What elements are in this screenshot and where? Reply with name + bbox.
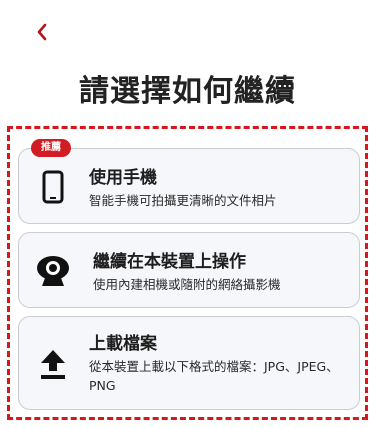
option-continue-on-device[interactable]: 繼續在本裝置上操作 使用內建相機或隨附的網絡攝影機 bbox=[18, 232, 360, 308]
option-use-phone[interactable]: 推薦 使用手機 智能手機可拍攝更清晰的文件相片 bbox=[18, 139, 360, 224]
recommended-badge: 推薦 bbox=[31, 139, 71, 157]
back-button[interactable] bbox=[28, 18, 56, 46]
options-container: 推薦 使用手機 智能手機可拍攝更清晰的文件相片 繼續在本裝置上操作 使用內建相機… bbox=[7, 126, 368, 420]
option-description: 智能手機可拍攝更清晰的文件相片 bbox=[89, 193, 277, 208]
option-description: 使用內建相機或隨附的網絡攝影機 bbox=[93, 277, 281, 292]
page: 請選擇如何繼續 推薦 使用手機 智能手機可拍攝更清晰的文件相片 繼續在本裝置上操… bbox=[0, 0, 375, 428]
option-title: 上載檔案 bbox=[89, 334, 157, 354]
page-title: 請選擇如何繼續 bbox=[79, 74, 296, 109]
smartphone-icon bbox=[35, 169, 71, 205]
option-upload-file[interactable]: 上載檔案 從本裝置上載以下格式的檔案：JPG、JPEG、PNG bbox=[18, 316, 360, 410]
webcam-icon bbox=[35, 253, 71, 289]
option-title: 使用手機 bbox=[89, 168, 157, 188]
chevron-left-icon bbox=[37, 23, 47, 41]
upload-icon bbox=[35, 346, 71, 382]
option-title: 繼續在本裝置上操作 bbox=[93, 252, 246, 272]
option-description: 從本裝置上載以下格式的檔案：JPG、JPEG、PNG bbox=[89, 359, 339, 393]
